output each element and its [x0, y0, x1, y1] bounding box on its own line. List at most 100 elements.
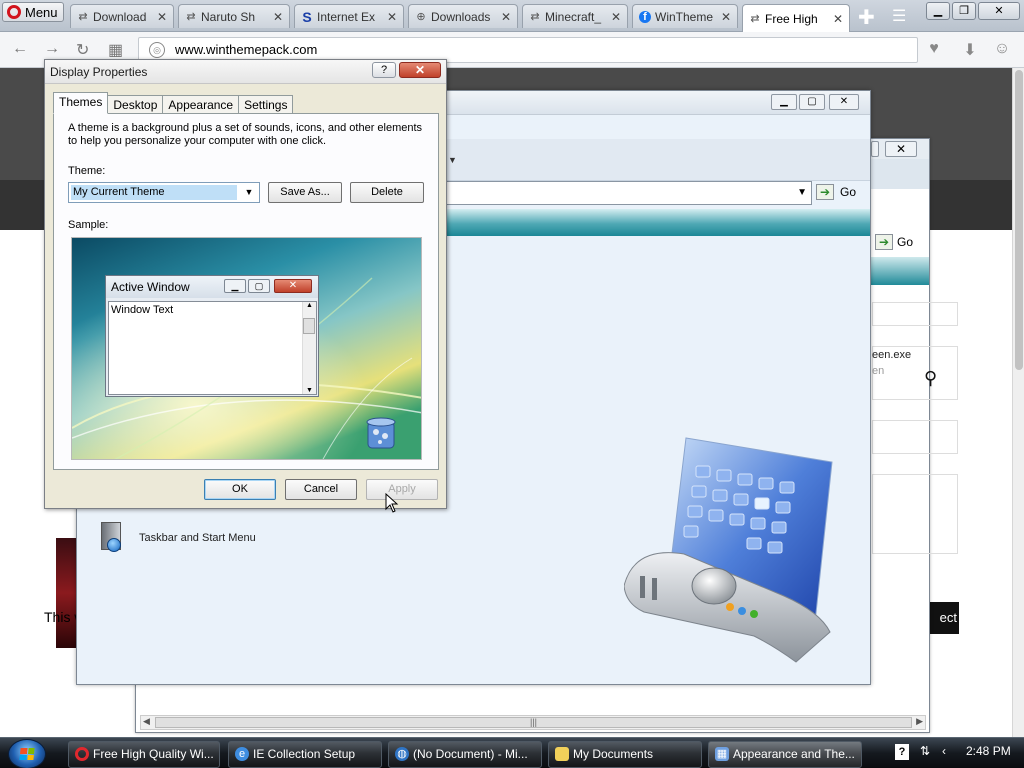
horizontal-scrollbar[interactable]: ◀ ||| ▶	[140, 715, 926, 730]
help-icon[interactable]: ?	[372, 62, 396, 78]
taskbar-item-label: (No Document) - Mi...	[413, 747, 528, 761]
close-tab-icon[interactable]: ✕	[501, 10, 511, 24]
restore-icon[interactable]	[871, 141, 879, 157]
scrollbar-thumb[interactable]	[1015, 70, 1023, 370]
go-arrow-icon: ➔	[875, 234, 893, 250]
tab-settings[interactable]: Settings	[238, 95, 294, 114]
apply-button[interactable]: Apply	[366, 479, 438, 500]
close-tab-icon[interactable]: ✕	[833, 12, 843, 26]
minimize-icon[interactable]: ▁	[771, 94, 797, 110]
globe-icon: ◍	[395, 747, 409, 761]
panel-row	[872, 474, 958, 554]
opera-menu-button[interactable]: Menu	[2, 2, 64, 22]
tab-internet-explorer[interactable]: S Internet Ex ✕	[294, 4, 404, 28]
scroll-right-icon[interactable]: ▶	[916, 716, 923, 727]
arrows-icon: ⇄	[186, 10, 196, 23]
tab-download[interactable]: ⇄ Download ✕	[70, 4, 174, 28]
cookie-accept-button[interactable]: ect	[930, 602, 959, 634]
maximize-icon[interactable]: ▢	[799, 94, 825, 110]
sample-window-text: Window Text	[111, 304, 174, 316]
volume-icon[interactable]: ‹	[942, 744, 946, 758]
menu-label: Menu	[25, 4, 58, 20]
tab-wintheme[interactable]: f WinTheme ✕	[632, 4, 738, 28]
close-icon[interactable]: ✕	[885, 141, 917, 157]
speed-dial-icon[interactable]: ▦	[108, 40, 123, 60]
tab-free-high[interactable]: ⇄ Free High ✕	[742, 4, 850, 32]
thumbnail-image[interactable]	[56, 538, 76, 648]
globe-icon: ◎	[149, 42, 165, 58]
taskbar-item-no-document[interactable]: ◍ (No Document) - Mi...	[388, 741, 542, 768]
scroll-down-icon: ▼	[306, 387, 313, 394]
dropdown-arrow-icon[interactable]: ▼	[448, 155, 457, 165]
tab-themes[interactable]: Themes	[53, 92, 109, 114]
close-icon[interactable]: ✕	[829, 94, 859, 110]
display-properties-dialog[interactable]: Display Properties ? ✕ Themes Desktop Ap…	[44, 59, 447, 509]
s-logo-icon: S	[302, 8, 312, 25]
forward-icon[interactable]: →	[44, 40, 60, 58]
close-tab-icon[interactable]: ✕	[157, 10, 167, 24]
heart-icon[interactable]: ♥	[924, 40, 944, 60]
close-tab-icon[interactable]: ✕	[387, 10, 397, 24]
taskbar-item-my-documents[interactable]: My Documents	[548, 741, 702, 768]
close-icon[interactable]: ✕	[978, 2, 1020, 20]
browser-tab-bar: Menu ⇄ Download ✕ ⇄ Naruto Sh ✕ S Intern…	[0, 0, 1024, 32]
restore-icon[interactable]: ❐	[952, 2, 976, 20]
tab-minecraft[interactable]: ⇄ Minecraft_ ✕	[522, 4, 628, 28]
close-tab-icon[interactable]: ✕	[721, 10, 731, 24]
taskbar-item-ie-setup[interactable]: e IE Collection Setup	[228, 741, 382, 768]
chevron-down-icon[interactable]: ▼	[797, 187, 807, 198]
theme-select[interactable]: My Current Theme ▼	[68, 182, 260, 203]
header-band	[446, 209, 870, 236]
file-name[interactable]: een.exe	[872, 349, 911, 361]
close-tab-icon[interactable]: ✕	[611, 10, 621, 24]
ok-button[interactable]: OK	[204, 479, 276, 500]
folder-icon	[555, 747, 569, 761]
account-icon[interactable]: ☺	[992, 40, 1012, 60]
tab-title: Download	[93, 9, 147, 24]
go-arrow-icon: ➔	[816, 184, 834, 200]
cancel-button[interactable]: Cancel	[285, 479, 357, 500]
tab-desktop[interactable]: Desktop	[107, 95, 164, 114]
taskbar-start-menu-link[interactable]: Taskbar and Start Menu	[99, 522, 256, 554]
tab-naruto[interactable]: ⇄ Naruto Sh ✕	[178, 4, 290, 28]
chevron-down-icon[interactable]: ▼	[241, 184, 257, 201]
close-tab-icon[interactable]: ✕	[273, 10, 283, 24]
new-tab-icon[interactable]: ✚	[858, 5, 875, 30]
reload-icon[interactable]: ↻	[76, 40, 89, 60]
panel-row	[872, 302, 958, 326]
sample-label: Sample:	[68, 219, 109, 231]
scrollbar-thumb[interactable]: |||	[155, 717, 912, 728]
close-icon[interactable]: ✕	[399, 62, 441, 78]
opera-logo-icon	[7, 5, 21, 19]
taskbar-item-label: Free High Quality Wi...	[93, 747, 214, 761]
taskbar-item-appearance-themes[interactable]: ▦ Appearance and The...	[708, 741, 862, 768]
tab-menu-icon[interactable]: ☰	[892, 6, 906, 26]
page-scrollbar[interactable]	[1012, 68, 1024, 737]
minimize-icon[interactable]: ▁	[926, 2, 950, 20]
back-icon[interactable]: ←	[12, 40, 28, 58]
tab-downloads[interactable]: ⊕ Downloads ✕	[408, 4, 518, 28]
url-text: www.winthemepack.com	[175, 42, 318, 57]
theme-sample-preview: Active Window ▁ ▢ ✕ Window Text ▲ ▼	[71, 237, 422, 460]
search-icon[interactable]: ⚲	[924, 368, 937, 389]
download-icon[interactable]: ⬇	[960, 40, 980, 60]
tab-title: Naruto Sh	[201, 9, 256, 24]
arrows-icon: ⇄	[530, 10, 540, 23]
scrollbar-thumb	[303, 318, 315, 334]
start-button[interactable]	[8, 739, 46, 768]
theme-description: A theme is a background plus a set of so…	[68, 122, 423, 147]
tab-appearance[interactable]: Appearance	[162, 95, 240, 114]
network-icon[interactable]: ⇅	[920, 744, 930, 758]
go-button[interactable]: ➔ Go	[875, 234, 913, 250]
scroll-left-icon[interactable]: ◀	[143, 716, 150, 727]
taskbar-item-opera[interactable]: Free High Quality Wi...	[68, 741, 220, 768]
go-button[interactable]: ➔ Go	[816, 184, 856, 200]
maximize-icon: ▢	[248, 279, 270, 293]
address-combo[interactable]: ▼	[446, 181, 812, 205]
help-icon[interactable]: ?	[895, 744, 909, 760]
windows-logo-icon	[19, 748, 35, 760]
go-label: Go	[840, 185, 857, 199]
save-as-button[interactable]: Save As...	[268, 182, 342, 203]
clock[interactable]: 2:48 PM	[966, 744, 1011, 758]
delete-button[interactable]: Delete	[350, 182, 424, 203]
